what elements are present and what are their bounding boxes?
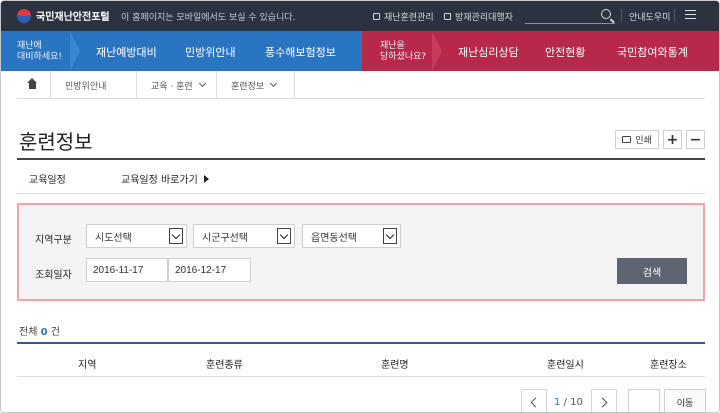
result-count-suffix: 건: [50, 327, 60, 338]
date-label: 조회일자: [35, 270, 72, 281]
nav-intro-line: 당하셨나요?: [380, 52, 427, 62]
region-label: 지역구분: [35, 235, 72, 246]
print-button[interactable]: 인쇄: [615, 130, 659, 149]
prev-page-button[interactable]: [521, 389, 547, 412]
column-header-region: 지역: [78, 360, 97, 371]
tab-education-schedule[interactable]: 교육일정: [29, 171, 66, 186]
next-page-button[interactable]: [591, 389, 617, 412]
tab-schedule-shortcut[interactable]: 교육일정 바로가기: [121, 171, 209, 186]
breadcrumb-label: 교육 · 훈련: [151, 81, 193, 92]
results-table-header: 지역 훈련종류 훈련명 훈련일시 훈련장소: [17, 342, 705, 377]
nav-item-disaster-prevention[interactable]: 재난예방대비: [96, 44, 157, 60]
site-logo[interactable]: 국민재난안전포털: [17, 8, 110, 23]
divider: [674, 9, 675, 22]
nav-item-safety-status[interactable]: 안전현황: [545, 44, 585, 60]
nav-item-civil-defense[interactable]: 민방위안내: [185, 44, 236, 60]
lock-icon: [373, 13, 380, 20]
breadcrumb-item-current[interactable]: 훈련정보: [217, 71, 295, 99]
lock-icon: [444, 13, 451, 20]
district-select[interactable]: 시군구선택: [193, 224, 295, 248]
main-nav: 재난에 대비하세요! 재난예방대비 민방위안내 풍수해보험정보 재난을 당하셨나…: [1, 31, 719, 71]
site-logo-text: 국민재난안전포털: [36, 12, 110, 23]
select-value: 시군구선택: [202, 232, 248, 244]
print-label: 인쇄: [635, 136, 652, 146]
select-value: 시도선택: [95, 232, 132, 244]
page-frame: 국민재난안전포털 이 홈페이지는 모바일에서도 보실 수 있습니다. 재난훈련관…: [0, 0, 720, 413]
content-tabs: 교육일정 교육일정 바로가기: [17, 160, 705, 194]
current-page: 1: [554, 397, 561, 408]
chevron-down-icon: [277, 228, 291, 244]
search-panel: 지역구분 시도선택 시군구선택 읍면동선택 조회일자 검색: [17, 203, 705, 301]
province-select[interactable]: 시도선택: [86, 224, 187, 248]
divider: [621, 9, 622, 22]
training-management-link[interactable]: 재난훈련관리: [373, 10, 434, 23]
nav-recovery-section: 재난을 당하셨나요? 재난심리상담 안전현황 국민참여와통계: [362, 31, 719, 71]
top-search: [525, 7, 615, 24]
zoom-in-button[interactable]: +: [663, 130, 682, 149]
tab-label: 교육일정 바로가기: [121, 175, 198, 186]
nav-intro-line: 대비하세요!: [17, 52, 63, 62]
column-header-training-place: 훈련장소: [650, 360, 687, 371]
breadcrumb-label: 훈련정보: [231, 81, 265, 92]
total-pages: / 10: [563, 397, 583, 408]
page-number-input[interactable]: [628, 389, 660, 412]
nav-recovery-intro: 재난을 당하셨나요?: [380, 41, 426, 63]
printer-icon: [622, 136, 632, 143]
taegeuk-logo-icon: [17, 8, 31, 23]
hamburger-menu-icon[interactable]: [685, 10, 696, 19]
mobile-notice: 이 홈페이지는 모바일에서도 보실 수 있습니다.: [121, 13, 296, 23]
go-to-page-button[interactable]: 이동: [664, 389, 706, 412]
nav-intro-line: 재난에: [17, 41, 42, 51]
caret-right-icon: [203, 175, 209, 183]
search-button[interactable]: 검색: [617, 258, 687, 284]
training-management-label: 재난훈련관리: [384, 13, 434, 23]
chevron-down-icon: [383, 228, 397, 244]
column-header-training-name: 훈련명: [381, 360, 409, 371]
top-bar: 국민재난안전포털 이 홈페이지는 모바일에서도 보실 수 있습니다. 재난훈련관…: [1, 1, 719, 31]
select-value: 읍면동선택: [311, 232, 357, 244]
result-count: 전체 0 건: [19, 323, 60, 338]
nav-item-storm-insurance[interactable]: 풍수해보험정보: [265, 44, 336, 60]
result-count-prefix: 전체: [19, 327, 38, 338]
town-select[interactable]: 읍면동선택: [302, 224, 401, 248]
result-count-number: 0: [40, 327, 48, 338]
nav-item-psych-counseling[interactable]: 재난심리상담: [458, 44, 519, 60]
page-title: 훈련정보: [19, 130, 93, 154]
chevron-down-icon: [270, 79, 278, 88]
nav-intro-line: 재난을: [380, 41, 405, 51]
breadcrumb-home[interactable]: [17, 71, 51, 99]
chevron-down-icon: [198, 79, 206, 88]
nav-arrow: [70, 31, 80, 71]
breadcrumb-item[interactable]: 교육 · 훈련: [137, 71, 217, 99]
column-header-training-type: 훈련종류: [206, 360, 243, 371]
page-indicator: 1 / 10: [554, 397, 583, 408]
breadcrumb-item[interactable]: 민방위안내: [51, 71, 137, 99]
zoom-out-button[interactable]: −: [686, 130, 705, 149]
search-icon[interactable]: [601, 9, 611, 19]
date-to-field[interactable]: [168, 258, 251, 282]
disaster-agency-link[interactable]: 방재관리대행자: [444, 10, 513, 23]
nav-arrow: [432, 31, 442, 71]
help-guide-link[interactable]: 안내도우미: [629, 10, 670, 23]
nav-item-participation-stats[interactable]: 국민참여와통계: [617, 44, 688, 60]
column-header-training-date: 훈련일시: [547, 360, 584, 371]
nav-prepare-section: 재난에 대비하세요! 재난예방대비 민방위안내 풍수해보험정보: [1, 31, 362, 71]
date-from-field[interactable]: [86, 258, 168, 282]
home-icon: [27, 77, 38, 90]
breadcrumb: 민방위안내 교육 · 훈련 훈련정보: [17, 71, 705, 99]
top-search-input[interactable]: [525, 7, 595, 23]
disaster-agency-label: 방재관리대행자: [455, 13, 513, 23]
nav-prepare-intro: 재난에 대비하세요!: [17, 41, 62, 63]
chevron-down-icon: [169, 228, 183, 244]
